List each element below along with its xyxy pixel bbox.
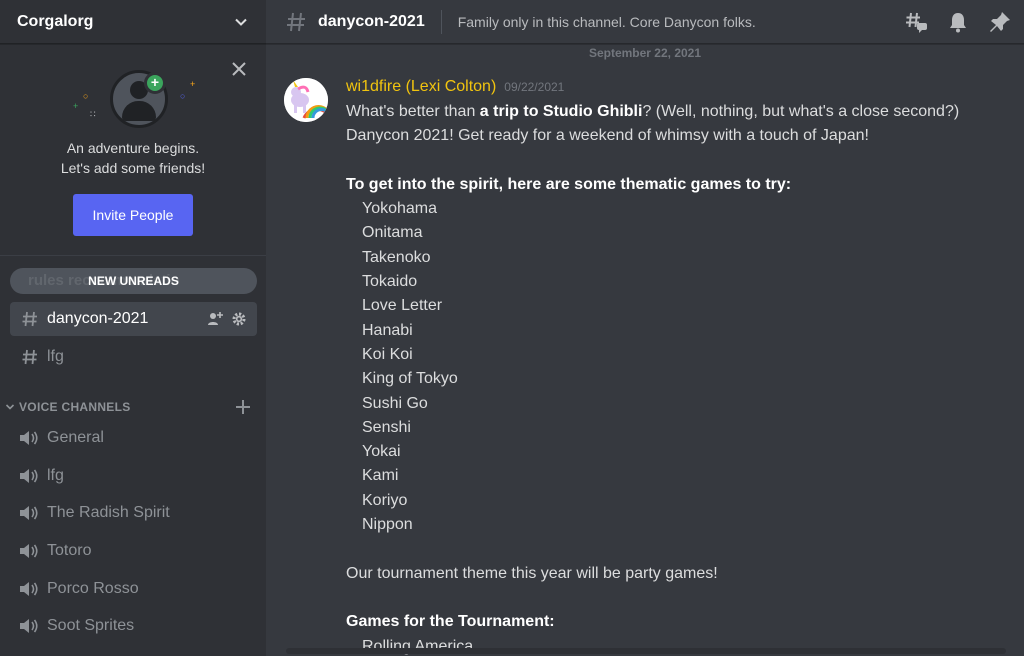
gear-icon[interactable]	[231, 311, 247, 327]
voice-channel-label: The Radish Spirit	[47, 504, 170, 521]
invite-text-line-2: Let's add some friends!	[60, 160, 206, 176]
message-timestamp: 09/22/2021	[504, 80, 565, 94]
voice-channel-soot-sprites[interactable]: Soot Sprites	[10, 610, 257, 642]
server-name: Corgalorg	[17, 12, 94, 30]
text-span: What's better than	[346, 103, 480, 120]
message-line: What's better than a trip to Studio Ghib…	[346, 100, 1016, 124]
channel-topic[interactable]: Family only in this channel. Core Danyco…	[458, 14, 904, 30]
horizontal-scrollbar[interactable]	[286, 648, 1006, 654]
channel-sidebar: Corgalorg ○ + ∷ ○ + + An adventure begin…	[0, 0, 266, 656]
voice-channels-category[interactable]: VOICE CHANNELS	[4, 396, 260, 418]
plus-icon[interactable]	[234, 398, 252, 416]
date-divider: September 22, 2021	[588, 46, 702, 60]
channel-danycon-2021[interactable]: danycon-2021	[10, 302, 257, 336]
threads-icon[interactable]	[904, 10, 928, 34]
header-divider	[440, 9, 442, 34]
voice-channel-porco-rosso[interactable]: Porco Rosso	[10, 573, 257, 605]
bell-icon[interactable]	[946, 10, 970, 34]
voice-channel-general[interactable]: General	[10, 422, 257, 454]
sparkle-icon: +	[73, 101, 79, 111]
game-item: Koi Koi	[362, 345, 413, 363]
game-item: Nippon	[362, 516, 413, 534]
game-item: Tokaido	[362, 273, 418, 291]
voice-channel-label: Soot Sprites	[47, 617, 135, 634]
hash-icon	[287, 12, 305, 31]
speaker-icon	[20, 582, 38, 596]
close-icon[interactable]	[230, 60, 248, 78]
sparkle-icon: ○	[180, 91, 186, 101]
message-line: To get into the spirit, here are some th…	[346, 173, 1016, 197]
hash-icon	[22, 311, 37, 327]
voice-channel-lfg[interactable]: lfg	[10, 460, 257, 492]
speaker-icon	[20, 506, 38, 520]
game-item: Yokohama	[362, 200, 438, 218]
game-item: Takenoko	[362, 248, 431, 266]
channel-label: lfg	[47, 348, 64, 365]
voice-channel-totoro[interactable]: Totoro	[10, 535, 257, 567]
speaker-icon	[20, 619, 38, 633]
new-unreads-label: NEW UNREADS	[88, 274, 179, 288]
message-content: What's better than a trip to Studio Ghib…	[346, 100, 1016, 656]
chevron-down-icon	[5, 404, 15, 410]
game-item: Hanabi	[362, 321, 413, 339]
sparkle-icon: ○	[83, 91, 89, 101]
voice-channel-label: General	[47, 429, 104, 446]
tournament-heading: Games for the Tournament:	[346, 613, 555, 631]
channel-label: danycon-2021	[47, 310, 149, 327]
message-line: Our tournament theme this year will be p…	[346, 564, 718, 582]
speaker-icon	[20, 544, 38, 558]
unicorn-rainbow-avatar-icon	[284, 78, 328, 122]
voice-channel-label: Porco Rosso	[47, 580, 139, 597]
hash-icon	[22, 349, 37, 365]
message-line: Games for the Tournament:	[346, 610, 1016, 634]
pin-icon[interactable]	[988, 10, 1012, 34]
server-header[interactable]: Corgalorg	[0, 0, 266, 44]
sparkle-icon: +	[190, 79, 196, 89]
game-item: King of Tokyo	[362, 370, 458, 388]
chevron-down-icon[interactable]	[232, 13, 250, 31]
invite-people-button[interactable]: Invite People	[73, 194, 193, 236]
game-item: Kami	[362, 467, 399, 485]
games-heading: To get into the spirit, here are some th…	[346, 175, 792, 193]
game-item: Onitama	[362, 224, 423, 242]
game-item: Love Letter	[362, 297, 443, 315]
game-item: Koriyo	[362, 491, 408, 509]
speaker-icon	[20, 469, 38, 483]
game-item: Senshi	[362, 418, 411, 436]
bold-text: a trip to Studio Ghibli	[479, 103, 643, 120]
message-line: Danycon 2021! Get ready for a weekend of…	[346, 127, 869, 145]
invite-text-line-1: An adventure begins.	[66, 140, 200, 156]
channel-header: danycon-2021 Family only in this channel…	[266, 0, 1024, 44]
text-span: ? (Well, nothing, but what's a close sec…	[642, 103, 960, 120]
sparkle-icon: ∷	[90, 109, 96, 119]
add-friend-icon: +	[144, 72, 166, 94]
game-item: Yokai	[362, 443, 401, 461]
voice-channel-label: Totoro	[47, 542, 92, 559]
chat-area: danycon-2021 Family only in this channel…	[266, 0, 1024, 656]
message-author[interactable]: wi1dfire (Lexi Colton)	[346, 78, 496, 96]
channel-title: danycon-2021	[318, 12, 425, 30]
add-member-icon[interactable]	[207, 311, 223, 327]
category-label: VOICE CHANNELS	[19, 400, 131, 414]
speaker-icon	[20, 431, 38, 445]
new-unreads-bar[interactable]: rules recommendatio NEW UNREADS	[10, 268, 257, 294]
game-item: Sushi Go	[362, 394, 428, 412]
voice-channel-label: lfg	[47, 467, 64, 484]
avatar[interactable]	[284, 78, 328, 122]
channel-lfg[interactable]: lfg	[10, 340, 257, 374]
voice-channel-the-radish-spirit[interactable]: The Radish Spirit	[10, 497, 257, 529]
